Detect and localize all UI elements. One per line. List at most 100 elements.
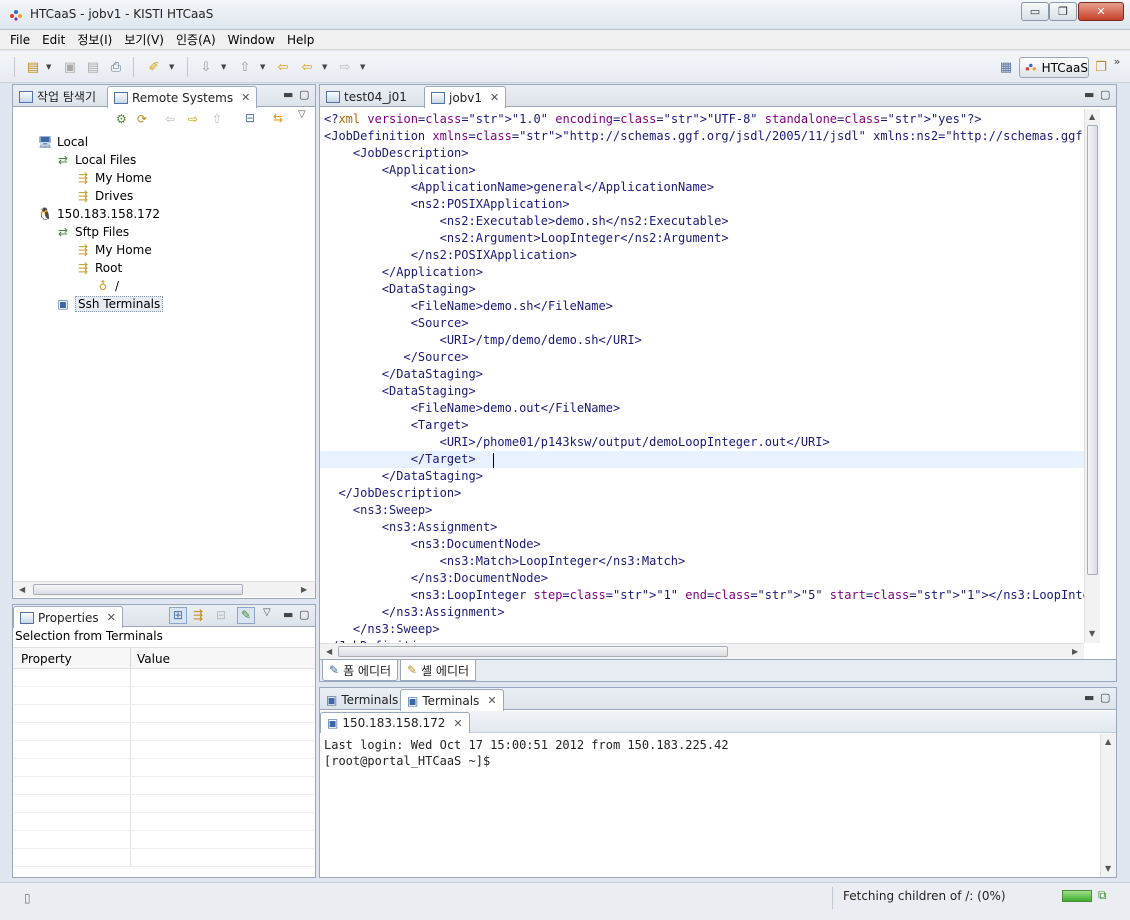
print-icon[interactable]: ⎙ — [108, 59, 124, 75]
tab-jobv1[interactable]: jobv1 ✕ — [424, 86, 507, 108]
maximize-view-icon[interactable]: ▢ — [1100, 691, 1110, 704]
code-line[interactable]: <DataStaging> — [324, 281, 476, 298]
save-icon[interactable]: ▣ — [62, 59, 78, 75]
chevron-down-icon[interactable]: ▼ — [360, 63, 365, 71]
new-connection-icon[interactable]: ⚙ — [116, 112, 127, 126]
filter-advanced-icon[interactable]: ⇶ — [193, 608, 203, 622]
code-line[interactable]: </DataStaging> — [324, 468, 483, 485]
scroll-left-icon[interactable]: ◀ — [326, 647, 332, 656]
tree-item-drives[interactable]: ⇶ Drives — [75, 187, 133, 205]
tree-item-sftp-files[interactable]: ⇄ Sftp Files — [55, 223, 129, 241]
progress-view-icon[interactable]: ⧉ — [1098, 888, 1107, 903]
tab-remote-systems[interactable]: Remote Systems ✕ — [107, 86, 258, 108]
more-perspectives-icon[interactable]: » — [1109, 53, 1125, 69]
minimize-view-icon[interactable]: ▬ — [1084, 88, 1094, 101]
code-line[interactable]: <ApplicationName>general</ApplicationNam… — [324, 179, 714, 196]
code-line[interactable]: <JobDefinition xmlns=class="str">"http:/… — [324, 128, 1084, 145]
chevron-down-icon[interactable]: ▼ — [221, 63, 226, 71]
tab-properties[interactable]: Properties ✕ — [13, 606, 123, 628]
last-edit-icon[interactable]: ⇦ — [275, 59, 291, 75]
code-line[interactable]: </Source> — [324, 349, 468, 366]
close-icon[interactable]: ✕ — [107, 611, 116, 624]
scroll-down-icon[interactable]: ▼ — [1105, 864, 1111, 873]
horizontal-scrollbar[interactable]: ◀ ▶ — [320, 643, 1084, 659]
chevron-down-icon[interactable]: ▼ — [260, 63, 265, 71]
back-icon[interactable]: ⇦ — [165, 112, 175, 126]
link-with-editor-icon[interactable]: ⇆ — [273, 111, 283, 125]
close-icon[interactable]: ✕ — [241, 91, 250, 104]
chevron-down-icon[interactable]: ▼ — [322, 63, 327, 71]
tree-item-sftp-my-home[interactable]: ⇶ My Home — [75, 241, 152, 259]
code-line[interactable]: <ns3:DocumentNode> — [324, 536, 541, 553]
tab-shell-editor[interactable]: ✎ 셸 에디터 — [400, 660, 477, 681]
tree-item-local-files[interactable]: ⇄ Local Files — [55, 151, 136, 169]
code-line[interactable]: <ns3:Match>LoopInteger</ns3:Match> — [324, 553, 686, 570]
code-line[interactable]: </Target> — [324, 451, 476, 468]
close-icon[interactable]: ✕ — [453, 717, 462, 730]
save-all-icon[interactable]: ▤ — [85, 59, 101, 75]
tree-item-ssh-terminals[interactable]: ▣ Ssh Terminals — [55, 295, 164, 313]
code-line[interactable]: <ns2:Argument>LoopInteger</ns2:Argument> — [324, 230, 729, 247]
refresh-icon[interactable]: ⟳ — [137, 112, 147, 126]
tab-terminals-1[interactable]: ▣ Terminals — [320, 689, 404, 710]
code-line[interactable]: <JobDescription> — [324, 145, 469, 162]
close-button[interactable]: ✕ — [1078, 2, 1124, 21]
scroll-right-icon[interactable]: ▶ — [301, 585, 307, 594]
menu-window[interactable]: Window — [228, 33, 275, 47]
tab-session-host[interactable]: ▣ 150.183.158.172 ✕ — [320, 712, 470, 733]
tab-workspace-explorer[interactable]: 작업 탐색기 — [13, 86, 102, 107]
scrollbar-thumb[interactable] — [1087, 125, 1098, 575]
tree-item-slash[interactable]: ♁ / — [95, 277, 119, 295]
code-line[interactable]: <FileName>demo.sh</FileName> — [324, 298, 613, 315]
tree-item-root[interactable]: ⇶ Root — [75, 259, 122, 277]
code-line[interactable]: <ns3:Assignment> — [324, 519, 498, 536]
view-menu-icon[interactable]: ▽ — [298, 109, 306, 120]
code-line[interactable]: </ns2:POSIXApplication> — [324, 247, 577, 264]
scroll-down-icon[interactable]: ▼ — [1089, 629, 1095, 638]
up-icon[interactable]: ⇧ — [212, 112, 222, 126]
progress-indicator[interactable] — [1062, 890, 1092, 902]
maximize-view-icon[interactable]: ▢ — [299, 608, 309, 621]
scrollbar-thumb[interactable] — [33, 584, 243, 595]
tree-item-local[interactable]: 🖥 Local — [37, 133, 88, 151]
tree-item-local-my-home[interactable]: ⇶ My Home — [75, 169, 152, 187]
close-icon[interactable]: ✕ — [490, 91, 499, 104]
perspective-htcaas-button[interactable]: HTCaaS — [1019, 57, 1089, 78]
chevron-down-icon[interactable]: ▼ — [46, 63, 51, 71]
forward-icon[interactable]: ⇨ — [337, 59, 353, 75]
chevron-down-icon[interactable]: ▼ — [169, 63, 174, 71]
prev-annotation-icon[interactable]: ⇧ — [237, 59, 253, 75]
code-line[interactable]: </DataStaging> — [324, 366, 483, 383]
column-header-value[interactable]: Value — [131, 648, 176, 668]
terminal-prompt-line[interactable]: [root@portal_HTCaaS ~]$ — [324, 754, 490, 768]
tree-item-remote-host[interactable]: 🐧 150.183.158.172 — [37, 205, 161, 223]
minimize-view-icon[interactable]: ▬ — [1084, 691, 1094, 704]
code-line[interactable]: </ns3:Sweep> — [324, 621, 440, 638]
perspective-extra-icon[interactable]: ❐ — [1093, 59, 1109, 75]
minimize-view-icon[interactable]: ▬ — [283, 88, 293, 101]
restore-default-icon[interactable]: ⊟ — [216, 608, 226, 622]
forward-icon[interactable]: ⇨ — [188, 112, 198, 126]
categories-icon[interactable]: ⊞ — [169, 607, 187, 624]
next-annotation-icon[interactable]: ⇩ — [198, 59, 214, 75]
horizontal-scrollbar[interactable]: ◀ ▶ — [13, 581, 315, 597]
restore-button[interactable]: ❐ — [1049, 2, 1077, 21]
scrollbar-thumb[interactable] — [338, 646, 728, 657]
menu-view[interactable]: 보기(V) — [124, 31, 164, 48]
tab-form-editor[interactable]: ✎ 폼 에디터 — [322, 660, 399, 681]
view-menu-icon[interactable]: ▽ — [263, 607, 271, 618]
code-line[interactable]: </ns3:DocumentNode> — [324, 570, 548, 587]
menu-edit[interactable]: Edit — [42, 33, 65, 47]
menu-info[interactable]: 정보(I) — [77, 31, 112, 48]
code-line[interactable]: <ns2:POSIXApplication> — [324, 196, 570, 213]
code-line[interactable]: <ns2:Executable>demo.sh</ns2:Executable> — [324, 213, 729, 230]
code-line[interactable]: <ns3:LoopInteger step=class="str">"1" en… — [324, 587, 1084, 604]
maximize-view-icon[interactable]: ▢ — [299, 88, 309, 101]
code-line[interactable]: <FileName>demo.out</FileName> — [324, 400, 621, 417]
back-icon[interactable]: ⇦ — [299, 59, 315, 75]
open-perspective-icon[interactable]: ▦ — [998, 59, 1014, 75]
scroll-right-icon[interactable]: ▶ — [1072, 647, 1078, 656]
minimize-view-icon[interactable]: ▬ — [283, 608, 293, 621]
code-line[interactable]: <Application> — [324, 162, 476, 179]
collapse-all-icon[interactable]: ⊟ — [245, 111, 255, 125]
